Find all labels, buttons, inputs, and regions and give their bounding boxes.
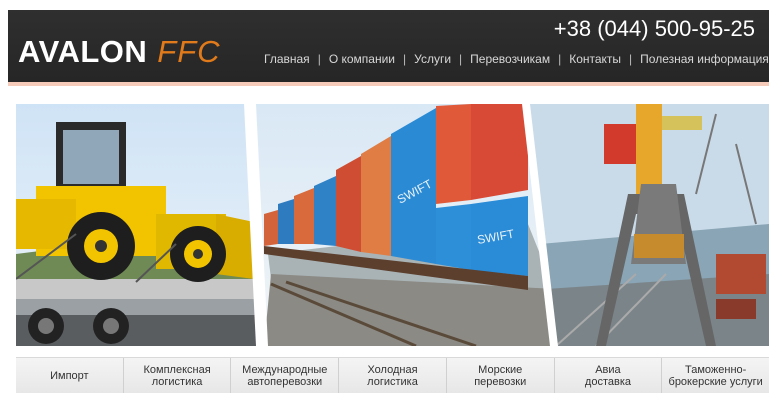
nav-item-about[interactable]: О компании — [321, 52, 403, 66]
service-tab-cold-logistics[interactable]: Холодная логистика — [339, 358, 447, 393]
service-label: Импорт — [50, 369, 89, 382]
service-tab-complex-logistics[interactable]: Комплексная логистика — [124, 358, 232, 393]
service-tab-air-delivery[interactable]: Авиа доставка — [555, 358, 663, 393]
service-label: брокерские услуги — [668, 375, 763, 388]
nav-item-home[interactable]: Главная — [256, 52, 318, 66]
port-crane-photo — [528, 104, 769, 346]
logo[interactable]: AVALON FFC — [18, 34, 221, 70]
container-train-photo: SWIFT SWIFT — [248, 104, 556, 346]
service-label: Холодная — [367, 363, 418, 376]
service-label: автоперевозки — [247, 375, 323, 388]
service-label: логистика — [151, 375, 203, 388]
service-tab-sea-freight[interactable]: Морские перевозки — [447, 358, 555, 393]
banner-illustration: SWIFT SWIFT — [16, 104, 769, 346]
nav-item-services[interactable]: Услуги — [406, 52, 459, 66]
phone-number: +38 (044) 500-95-25 — [553, 16, 755, 41]
service-tab-international-road[interactable]: Международные автоперевозки — [231, 358, 340, 393]
service-label: доставка — [584, 375, 631, 388]
service-label: Авиа — [595, 363, 621, 376]
nav-item-useful-info[interactable]: Полезная информация — [632, 52, 769, 66]
logo-main: AVALON — [18, 34, 148, 69]
service-tab-customs-brokerage[interactable]: Таможенно-брокерские услуги — [662, 358, 769, 393]
nav-item-carriers[interactable]: Перевозчикам — [462, 52, 558, 66]
loader-truck-photo — [16, 104, 266, 346]
service-tab-import[interactable]: Импорт — [16, 358, 124, 393]
service-label: логистика — [367, 375, 418, 388]
header-accent-line — [8, 82, 769, 86]
logo-accent: FFC — [157, 34, 221, 69]
service-label: Таможенно- — [685, 363, 747, 376]
service-label: Морские — [478, 363, 523, 376]
site-header: AVALON FFC +38 (044) 500-95-25 Главная | … — [8, 10, 769, 82]
service-label: Международные — [242, 363, 328, 376]
main-nav: Главная | О компании | Услуги | Перевозч… — [256, 52, 769, 66]
hero-banner: SWIFT SWIFT — [16, 104, 769, 346]
service-label: Комплексная — [143, 363, 211, 376]
service-label: перевозки — [474, 375, 527, 388]
services-bar: Импорт Комплексная логистика Международны… — [16, 357, 769, 393]
nav-item-contacts[interactable]: Контакты — [561, 52, 629, 66]
